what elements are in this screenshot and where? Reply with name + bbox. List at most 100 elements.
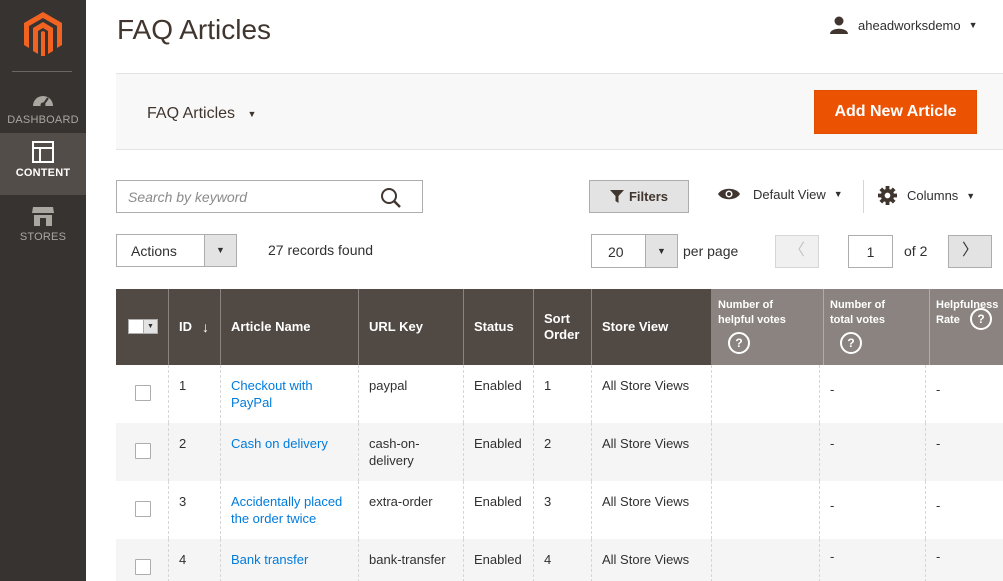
- sort-down-icon: ↓: [202, 319, 209, 335]
- cell-url-key: paypal: [359, 365, 464, 423]
- column-header-label: Number of helpful votes: [718, 299, 786, 326]
- cell-article-name: Accidentally placed the order twice: [221, 481, 359, 539]
- column-header-total-votes[interactable]: Number of total votes ?: [824, 289, 930, 365]
- cell-helpful-votes: [712, 481, 820, 539]
- user-menu[interactable]: aheadworksdemo ▼: [830, 14, 978, 36]
- cell-id: 1: [169, 365, 221, 423]
- magento-logo[interactable]: [24, 12, 62, 56]
- row-checkbox[interactable]: [135, 443, 151, 459]
- cell-status: Enabled: [464, 365, 534, 423]
- per-page-label: per page: [683, 243, 739, 259]
- cell-helpfulness-rate: -: [926, 365, 1003, 423]
- view-dropdown[interactable]: Default View ▼: [717, 186, 843, 202]
- toolbar-divider: [863, 180, 864, 213]
- per-page-select[interactable]: 20 ▼: [591, 234, 678, 268]
- user-icon: [830, 16, 848, 34]
- table-row: 3 Accidentally placed the order twice ex…: [116, 481, 1003, 539]
- cell-url-key: extra-order: [359, 481, 464, 539]
- column-header-store-view[interactable]: Store View: [592, 289, 712, 365]
- cell-sort-order: 2: [534, 423, 592, 481]
- next-page-button[interactable]: 〉: [948, 235, 992, 268]
- help-icon[interactable]: ?: [728, 332, 750, 354]
- cell-total-votes: -: [820, 481, 926, 539]
- article-link[interactable]: Checkout with PayPal: [231, 378, 313, 410]
- chevron-down-icon: ▼: [143, 320, 157, 333]
- column-header-id[interactable]: ID ↓: [169, 289, 221, 365]
- columns-label: Columns: [907, 188, 959, 203]
- chevron-down-icon: ▼: [968, 20, 978, 30]
- admin-sidebar: DASHBOARD CONTENT STORES: [0, 0, 86, 581]
- table-row: 1 Checkout with PayPal paypal Enabled 1 …: [116, 365, 1003, 423]
- chevron-down-icon: ▼: [645, 235, 677, 267]
- content-icon: [32, 141, 54, 163]
- cell-total-votes: -: [820, 423, 926, 481]
- page-number-input[interactable]: [848, 235, 893, 268]
- total-pages: of 2: [904, 243, 928, 259]
- add-new-article-button[interactable]: Add New Article: [814, 90, 977, 134]
- search-input[interactable]: [117, 181, 377, 212]
- table-row: 4 Bank transfer bank-transfer Enabled 4 …: [116, 539, 1003, 581]
- column-header-label: URL Key: [369, 319, 423, 334]
- cell-helpful-votes: [712, 539, 820, 581]
- column-header-article-name[interactable]: Article Name: [221, 289, 359, 365]
- cell-store-view: All Store Views: [592, 539, 712, 581]
- sidebar-item-content[interactable]: CONTENT: [0, 133, 86, 195]
- cell-status: Enabled: [464, 539, 534, 581]
- mass-select-header: ▼: [116, 289, 169, 365]
- cell-article-name: Cash on delivery: [221, 423, 359, 481]
- gear-icon: [878, 186, 897, 205]
- sidebar-item-stores[interactable]: STORES: [0, 197, 86, 259]
- article-link[interactable]: Cash on delivery: [231, 436, 328, 451]
- cell-sort-order: 1: [534, 365, 592, 423]
- chevron-down-icon: ▼: [966, 190, 976, 201]
- cell-helpful-votes: [712, 365, 820, 423]
- row-select-cell: [116, 365, 169, 423]
- row-select-cell: [116, 481, 169, 539]
- cell-status: Enabled: [464, 423, 534, 481]
- column-header-status[interactable]: Status: [464, 289, 534, 365]
- mass-select-checkbox[interactable]: ▼: [128, 319, 158, 334]
- cell-total-votes: -: [820, 365, 926, 423]
- column-header-label: Sort Order: [544, 311, 580, 342]
- column-header-label: Store View: [602, 319, 669, 334]
- column-header-sort-order[interactable]: Sort Order: [534, 289, 592, 365]
- actions-label: Actions: [131, 243, 177, 259]
- row-checkbox[interactable]: [135, 385, 151, 401]
- cell-article-name: Checkout with PayPal: [221, 365, 359, 423]
- cell-sort-order: 4: [534, 539, 592, 581]
- page-switcher[interactable]: FAQ Articles ▼: [147, 105, 256, 123]
- user-name: aheadworksdemo: [858, 17, 961, 33]
- sidebar-divider: [12, 71, 72, 72]
- search-icon[interactable]: [380, 187, 402, 209]
- help-icon[interactable]: ?: [840, 332, 862, 354]
- page-title: FAQ Articles: [117, 14, 272, 45]
- row-checkbox[interactable]: [135, 559, 151, 575]
- table-row: 2 Cash on delivery cash-on-delivery Enab…: [116, 423, 1003, 481]
- search-box: [116, 180, 423, 213]
- cell-url-key: cash-on-delivery: [359, 423, 464, 481]
- cell-helpful-votes: [712, 423, 820, 481]
- row-checkbox[interactable]: [135, 501, 151, 517]
- chevron-down-icon: ▼: [204, 235, 236, 266]
- sidebar-item-label: STORES: [19, 231, 67, 243]
- help-icon[interactable]: ?: [970, 308, 992, 330]
- cell-sort-order: 3: [534, 481, 592, 539]
- previous-page-button[interactable]: 〈: [775, 235, 819, 268]
- column-header-helpfulness-rate[interactable]: Helpfulness Rate ?: [930, 289, 1003, 365]
- cell-helpfulness-rate: -: [926, 423, 1003, 481]
- cell-id: 4: [169, 539, 221, 581]
- chevron-down-icon: ▼: [247, 108, 257, 119]
- columns-dropdown[interactable]: Columns ▼: [878, 186, 975, 205]
- column-header-helpful-votes[interactable]: Number of helpful votes ?: [712, 289, 824, 365]
- cell-total-votes: -: [820, 539, 926, 581]
- chevron-down-icon: ▼: [833, 189, 843, 199]
- cell-id: 2: [169, 423, 221, 481]
- column-header-url-key[interactable]: URL Key: [359, 289, 464, 365]
- cell-helpfulness-rate: -: [926, 481, 1003, 539]
- cell-url-key: bank-transfer: [359, 539, 464, 581]
- filters-button[interactable]: Filters: [589, 180, 689, 213]
- article-link[interactable]: Accidentally placed the order twice: [231, 494, 342, 526]
- mass-actions-dropdown[interactable]: Actions ▼: [116, 234, 237, 267]
- cell-store-view: All Store Views: [592, 481, 712, 539]
- article-link[interactable]: Bank transfer: [231, 552, 308, 567]
